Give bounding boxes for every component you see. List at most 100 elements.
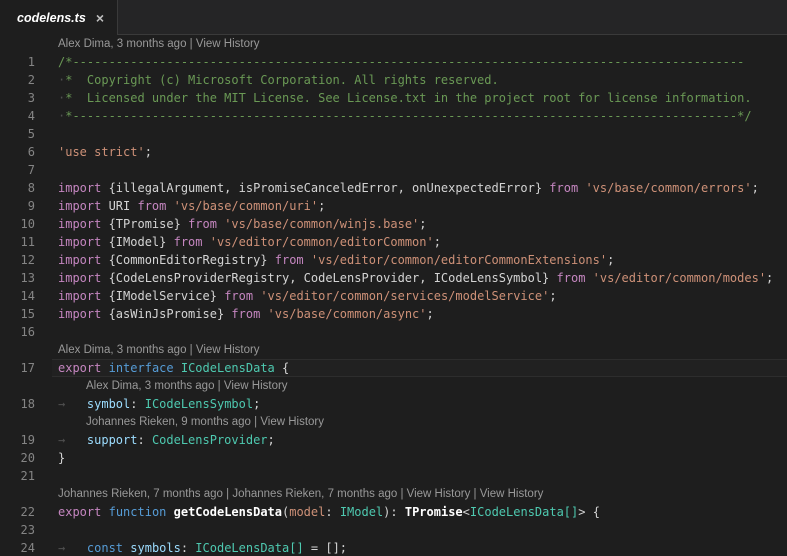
code-token: : [130,397,144,411]
tab-title: codelens.ts [17,11,86,25]
code-row: 16 [0,323,787,341]
code-token: } [58,451,65,465]
tab-bar: codelens.ts × [0,0,787,35]
code-line[interactable]: /*--------------------------------------… [52,53,787,71]
code-token: export [58,505,101,519]
line-number: 5 [0,125,52,143]
code-token: symbol [87,397,130,411]
line-number: 11 [0,233,52,251]
code-row: 4·*-------------------------------------… [0,107,787,125]
codelens-annotation[interactable]: Alex Dima, 3 months ago | View History [52,341,787,359]
code-token: from [275,253,304,267]
code-line[interactable]: import {asWinJsPromise} from 'vs/base/co… [52,305,787,323]
code-line[interactable]: ·* Copyright (c) Microsoft Corporation. … [52,71,787,89]
code-row: 2·* Copyright (c) Microsoft Corporation.… [0,71,787,89]
code-line[interactable] [52,125,787,143]
line-number: 3 [0,89,52,107]
code-token: URI [101,199,137,213]
code-line[interactable] [52,521,787,539]
line-number [0,341,52,359]
code-line[interactable]: export interface ICodeLensData { [52,359,787,377]
code-token: {IModelService} [101,289,224,303]
code-line[interactable]: export function getCodeLensData(model: I… [52,503,787,521]
code-token: ): [383,505,405,519]
code-line[interactable]: import {IModel} from 'vs/editor/common/e… [52,233,787,251]
code-token: {asWinJsPromise} [101,307,231,321]
close-icon[interactable]: × [88,11,104,25]
code-row: 19→ support: CodeLensProvider; [0,431,787,449]
tab-codelens-ts[interactable]: codelens.ts × [0,0,117,35]
codelens-annotation[interactable]: Alex Dima, 3 months ago | View History [52,35,787,53]
codelens-row: Johannes Rieken, 9 months ago | View His… [0,413,787,431]
code-token: {illegalArgument, isPromiseCanceledError… [101,181,549,195]
line-number: 9 [0,197,52,215]
code-token: = []; [304,541,347,555]
code-token: * Copyright (c) Microsoft Corporation. A… [65,73,498,87]
code-token: * Licensed under the MIT License. See Li… [65,91,751,105]
code-token: → [58,433,87,447]
codelens-row: Alex Dima, 3 months ago | View History [0,35,787,53]
line-number: 6 [0,143,52,161]
code-line[interactable]: → support: CodeLensProvider; [52,431,787,449]
code-line[interactable]: ·*--------------------------------------… [52,107,787,125]
code-token: const [87,541,123,555]
code-row: 11import {IModel} from 'vs/editor/common… [0,233,787,251]
code-token: : [137,433,151,447]
code-line[interactable]: import {CodeLensProviderRegistry, CodeLe… [52,269,787,287]
code-line[interactable]: import {illegalArgument, isPromiseCancel… [52,179,787,197]
code-token [260,307,267,321]
line-number: 23 [0,521,52,539]
code-line[interactable]: import {IModelService} from 'vs/editor/c… [52,287,787,305]
editor[interactable]: Alex Dima, 3 months ago | View History1/… [0,35,787,556]
code-token: {CodeLensProviderRegistry, CodeLensProvi… [101,271,556,285]
code-token: /*--------------------------------------… [58,55,744,69]
code-line[interactable] [52,467,787,485]
code-token [166,199,173,213]
code-token: ; [752,181,759,195]
code-row: 9import URI from 'vs/base/common/uri'; [0,197,787,215]
code-line[interactable]: import {TPromise} from 'vs/base/common/w… [52,215,787,233]
code-token: import [58,181,101,195]
code-line[interactable]: import URI from 'vs/base/common/uri'; [52,197,787,215]
code-line[interactable]: 'use strict'; [52,143,787,161]
code-token: 'vs/editor/common/editorCommon' [210,235,434,249]
code-token: export [58,361,101,375]
codelens-row: Alex Dima, 3 months ago | View History [0,377,787,395]
code-line[interactable] [52,323,787,341]
code-row: 18→ symbol: ICodeLensSymbol; [0,395,787,413]
code-token [101,361,108,375]
tab-bar-empty-space [117,0,787,35]
line-number [0,485,52,503]
editor-rows: Alex Dima, 3 months ago | View History1/… [0,35,787,556]
line-number: 8 [0,179,52,197]
vscode-window: codelens.ts × Alex Dima, 3 months ago | … [0,0,787,556]
codelens-annotation[interactable]: Alex Dima, 3 months ago | View History [52,377,787,395]
code-line[interactable]: } [52,449,787,467]
line-number: 21 [0,467,52,485]
code-token: from [231,307,260,321]
codelens-annotation[interactable]: Johannes Rieken, 7 months ago | Johannes… [52,485,787,503]
code-line[interactable]: → const symbols: ICodeLensData[] = []; [52,539,787,556]
code-token: from [188,217,217,231]
code-token: ; [253,397,260,411]
code-token: import [58,271,101,285]
code-line[interactable] [52,161,787,179]
code-token [203,235,210,249]
code-row: 12import {CommonEditorRegistry} from 'vs… [0,251,787,269]
code-line[interactable]: ·* Licensed under the MIT License. See L… [52,89,787,107]
code-token: ; [607,253,614,267]
code-line[interactable]: import {CommonEditorRegistry} from 'vs/e… [52,251,787,269]
code-row: 3·* Licensed under the MIT License. See … [0,89,787,107]
line-number: 13 [0,269,52,287]
code-token: { [275,361,289,375]
line-number [0,413,52,431]
code-token: {IModel} [101,235,173,249]
code-row: 7 [0,161,787,179]
line-number: 22 [0,503,52,521]
code-token: : [325,505,339,519]
line-number: 15 [0,305,52,323]
code-line[interactable]: → symbol: ICodeLensSymbol; [52,395,787,413]
code-token: import [58,253,101,267]
codelens-annotation[interactable]: Johannes Rieken, 9 months ago | View His… [52,413,787,431]
line-number [0,377,52,395]
